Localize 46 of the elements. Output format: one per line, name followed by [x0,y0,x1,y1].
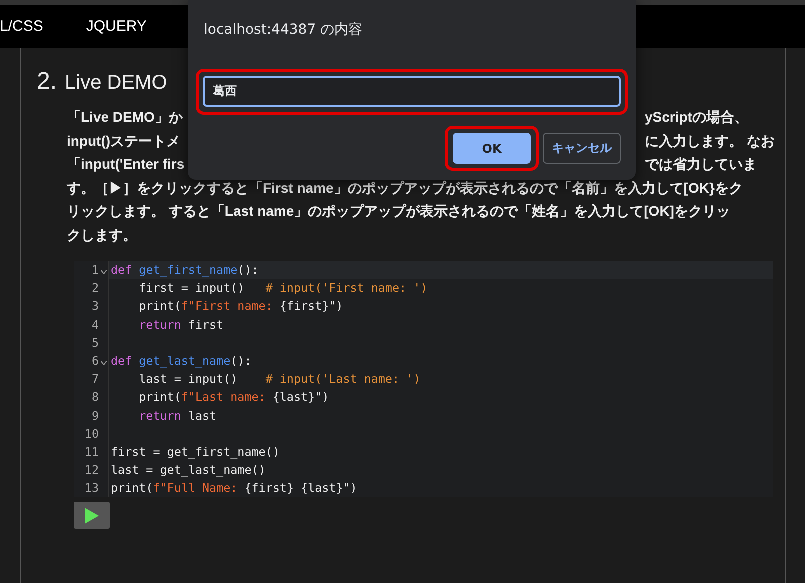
cancel-button[interactable]: キャンセル [543,133,621,164]
paragraph-fragment: 「input('Enter firs [67,156,185,172]
line-number: 13 [84,480,99,498]
line-number: 10 [84,426,99,443]
line-number: 7 [92,371,99,388]
line-number: 1 [92,262,99,279]
code-line: first = input() # input('First name: ') [138,281,428,296]
section-title: Live DEMO [65,72,168,95]
code-line: def get_first_name(): [111,263,259,277]
dialog-title: localhost:44387 の内容 [204,21,363,39]
code-line: last = input() # input('Last name: ') [138,372,421,386]
code-line: first = get_first_name() [111,444,280,459]
line-number: 9 [92,408,99,424]
paragraph-line: す。［▶］をクリックすると「First name」のポップアップが表示されるので「名前」を入力して[OK}をク [67,178,743,198]
line-number: 5 [92,334,99,352]
paragraph-line: クします。 [67,226,137,245]
code-line: last = get_last_name() [111,463,266,478]
line-number: 2 [92,280,99,298]
paragraph-fragment: yScriptの場合、 [645,108,748,127]
line-number: 8 [92,389,99,406]
code-line: print(f"Last name: {last}") [138,390,330,404]
code-line: return first [138,318,224,332]
code-editor[interactable] [74,261,773,498]
section-number: 2. [37,68,58,96]
paragraph-fragment: 「Live DEMO」か [67,109,183,125]
code-line: print(f"Full Name: {first} {last}") [111,481,358,496]
code-line: print(f"First name: {first}") [138,299,344,314]
fold-caret-icon[interactable] [101,270,107,274]
paragraph-fragment: では省力していま [645,155,757,174]
line-number: 12 [84,462,99,480]
paragraph-fragment: に入力します。 なお [645,132,775,151]
line-number: 6 [92,352,99,370]
paragraph-line: リックします。 すると「Last name」のポップアップが表示されるので「姓名」を入力して[OK]をクリッ [67,202,730,221]
fold-caret-icon[interactable] [101,360,107,365]
play-icon [84,506,100,525]
line-number: 11 [84,444,99,461]
paragraph-fragment: input()ステートメ [67,132,181,148]
line-number: 3 [92,298,99,316]
prompt-input-field[interactable]: 葛西 [203,76,621,107]
line-number: 4 [92,316,99,334]
nav-link[interactable]: JQUERY [86,18,147,35]
nav-link[interactable]: L/CSS [0,18,44,35]
run-button[interactable] [74,502,110,530]
code-line: return last [138,408,217,422]
code-line: def get_last_name(): [111,354,252,368]
ok-button[interactable]: OK [453,133,531,164]
